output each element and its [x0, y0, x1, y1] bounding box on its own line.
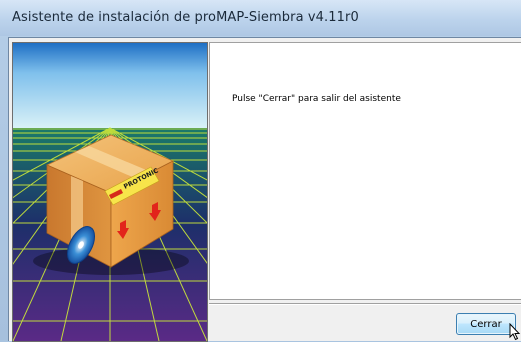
- title-bar[interactable]: Asistente de instalación de proMAP-Siemb…: [0, 0, 521, 36]
- wizard-banner-image: PROTONIC: [12, 42, 208, 342]
- finish-message: Pulse "Cerrar" para salir del asistente: [232, 94, 401, 104]
- mouse-pointer-icon: [509, 323, 521, 341]
- close-button[interactable]: Cerrar: [456, 313, 516, 335]
- window-title: Asistente de instalación de proMAP-Siemb…: [12, 10, 359, 25]
- button-separator: [209, 303, 521, 305]
- banner-graphic: PROTONIC: [13, 43, 207, 341]
- content-panel: Pulse "Cerrar" para salir del asistente: [209, 42, 521, 300]
